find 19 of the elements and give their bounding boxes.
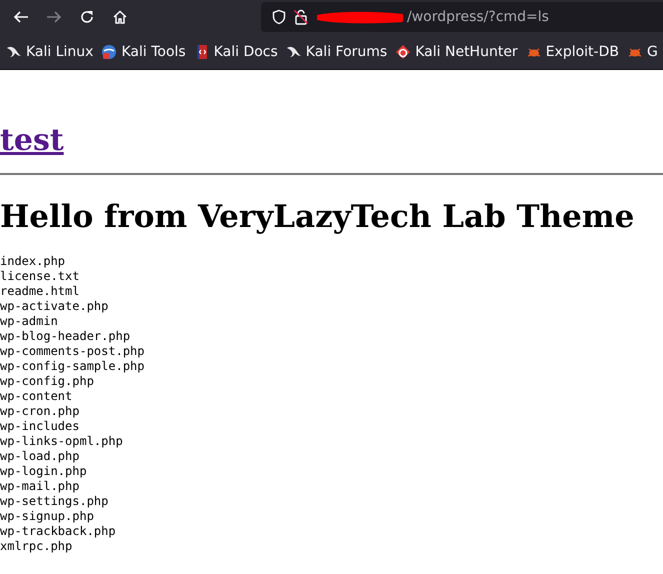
insecure-lock-icon[interactable]: [293, 9, 309, 25]
bookmark-link[interactable]: Kali Tools: [97, 42, 190, 62]
bookmark-link[interactable]: Exploit-DB: [522, 42, 623, 62]
forward-arrow-icon: [46, 9, 62, 25]
site-title-link[interactable]: test: [0, 121, 64, 161]
address-bar[interactable]: /wordpress/?cmd=ls: [261, 2, 663, 32]
home-icon: [112, 9, 128, 25]
command-output: index.php license.txt readme.html wp-activate.php wp-admin wp-blog-header.php wp-comments-post.php wp-config-sample.php wp-config.php wp-content wp-cron.php wp-includes wp-links-opml.php wp-load.php wp-login.php wp-mail.php wp-settings.php wp-signup.php wp-trackback.php xmlrpc.php: [0, 254, 146, 554]
bookmark-link[interactable]: Kali NetHunter: [391, 42, 522, 62]
reload-icon: [78, 9, 94, 25]
diamond-icon: [395, 44, 412, 60]
bookmark-link[interactable]: Kali Docs: [190, 42, 282, 62]
url-text: /wordpress/?cmd=ls: [407, 9, 549, 25]
bookmark-link[interactable]: Kali Linux: [2, 42, 98, 62]
bookmark-link[interactable]: Kali Forums: [282, 42, 392, 62]
page-heading: Hello from VeryLazyTech Lab Theme: [0, 198, 636, 237]
back-arrow-icon: [12, 9, 28, 25]
shield-icon[interactable]: [271, 9, 287, 25]
bookmark-link[interactable]: G: [622, 42, 662, 62]
